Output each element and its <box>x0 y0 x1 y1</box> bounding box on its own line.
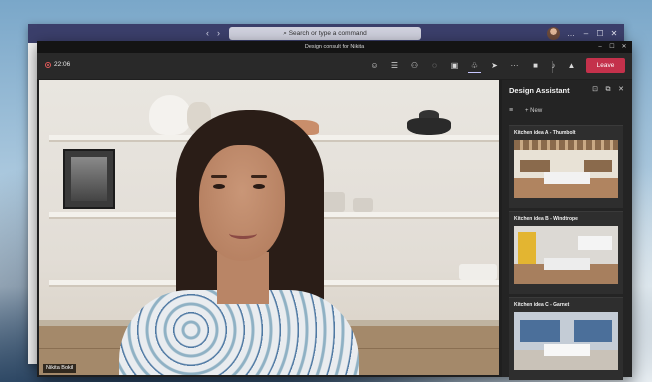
recording-dot-icon <box>45 61 51 68</box>
chat-list-icon[interactable]: ☰ <box>388 59 401 72</box>
forward-arrow-icon[interactable]: › <box>217 27 220 40</box>
card-title: Kitchen idea B - Windtrope <box>514 216 578 222</box>
meeting-window: Design consult for Nikita – ☐ ✕ 22:06 ☺ … <box>37 41 632 380</box>
close-icon[interactable]: ✕ <box>616 85 626 95</box>
back-arrow-icon[interactable]: ‹ <box>206 27 209 40</box>
leave-button[interactable]: Leave <box>586 58 625 73</box>
breakout-rooms-icon[interactable]: ▣ <box>448 59 461 72</box>
minimize-icon[interactable]: – <box>594 41 606 53</box>
eye <box>213 184 225 189</box>
kitchen-image <box>514 226 618 284</box>
microphone-icon[interactable]: ♪ <box>547 59 560 72</box>
pot <box>407 118 451 135</box>
more-options-icon[interactable]: … <box>564 27 578 40</box>
search-placeholder: Search or type a command <box>288 30 367 37</box>
search-bar[interactable]: ⌕ Search or type a command <box>229 27 421 40</box>
maximize-icon[interactable]: ☐ <box>606 41 618 53</box>
video-feed: Nikita Bokil <box>39 80 499 375</box>
vase <box>149 95 191 135</box>
minimize-icon[interactable]: – <box>579 27 593 40</box>
participant-name-tag: Nikita Bokil <box>43 364 77 373</box>
panel-title: Design Assistant <box>509 86 570 95</box>
person-face <box>199 145 285 261</box>
kitchen-idea-card[interactable]: Kitchen idea C - Garnet <box>509 297 623 380</box>
hamburger-menu-icon[interactable]: ≡ <box>509 107 513 115</box>
close-icon[interactable]: ✕ <box>607 27 621 40</box>
new-button[interactable]: + New <box>525 106 542 116</box>
popout-icon[interactable]: ⊡ <box>590 85 600 95</box>
eyebrow <box>211 175 227 178</box>
card-title: Kitchen idea C - Garnet <box>514 302 570 308</box>
camera-icon[interactable]: ■ <box>529 59 542 72</box>
card-title: Kitchen idea A - Thumbolt <box>514 130 576 136</box>
kitchen-image <box>514 140 618 198</box>
kitchen-idea-card[interactable]: Kitchen idea A - Thumbolt <box>509 125 623 208</box>
kitchen-image <box>514 312 618 370</box>
close-icon[interactable]: ✕ <box>618 41 630 53</box>
apps-icon[interactable]: ♧ <box>468 59 481 73</box>
eyebrow <box>251 175 267 178</box>
participants-icon[interactable]: ⚇ <box>408 59 421 72</box>
picture-frame <box>63 149 115 209</box>
share-content-icon[interactable]: ➤ <box>488 59 501 72</box>
meeting-title: Design consult for Nikita <box>304 44 365 50</box>
design-assistant-panel: Design Assistant ⊡ ⧉ ✕ ≡ + New Kitchen i… <box>502 80 632 380</box>
meeting-toolbar: 22:06 ☺ ☰ ⚇ ◌ ▣ ♧ ➤ ··· ■ ♪ ▲ Leave <box>37 53 632 79</box>
user-avatar[interactable] <box>547 27 560 40</box>
chat-icon[interactable]: ◌ <box>428 59 441 72</box>
meeting-title-bar: Design consult for Nikita – ☐ ✕ <box>37 41 632 53</box>
expand-icon[interactable]: ⧉ <box>603 85 613 95</box>
eye <box>253 184 265 189</box>
more-actions-icon[interactable]: ··· <box>508 59 521 72</box>
maximize-icon[interactable]: ☐ <box>593 27 607 40</box>
box <box>459 264 497 280</box>
share-tray-icon[interactable]: ▲ <box>565 59 578 72</box>
reactions-icon[interactable]: ☺ <box>368 59 381 72</box>
recording-indicator: 22:06 <box>45 61 70 68</box>
kitchen-idea-card[interactable]: Kitchen idea B - Windtrope <box>509 211 623 294</box>
jar <box>353 198 373 212</box>
recording-time: 22:06 <box>54 61 71 68</box>
mouth <box>229 228 257 239</box>
